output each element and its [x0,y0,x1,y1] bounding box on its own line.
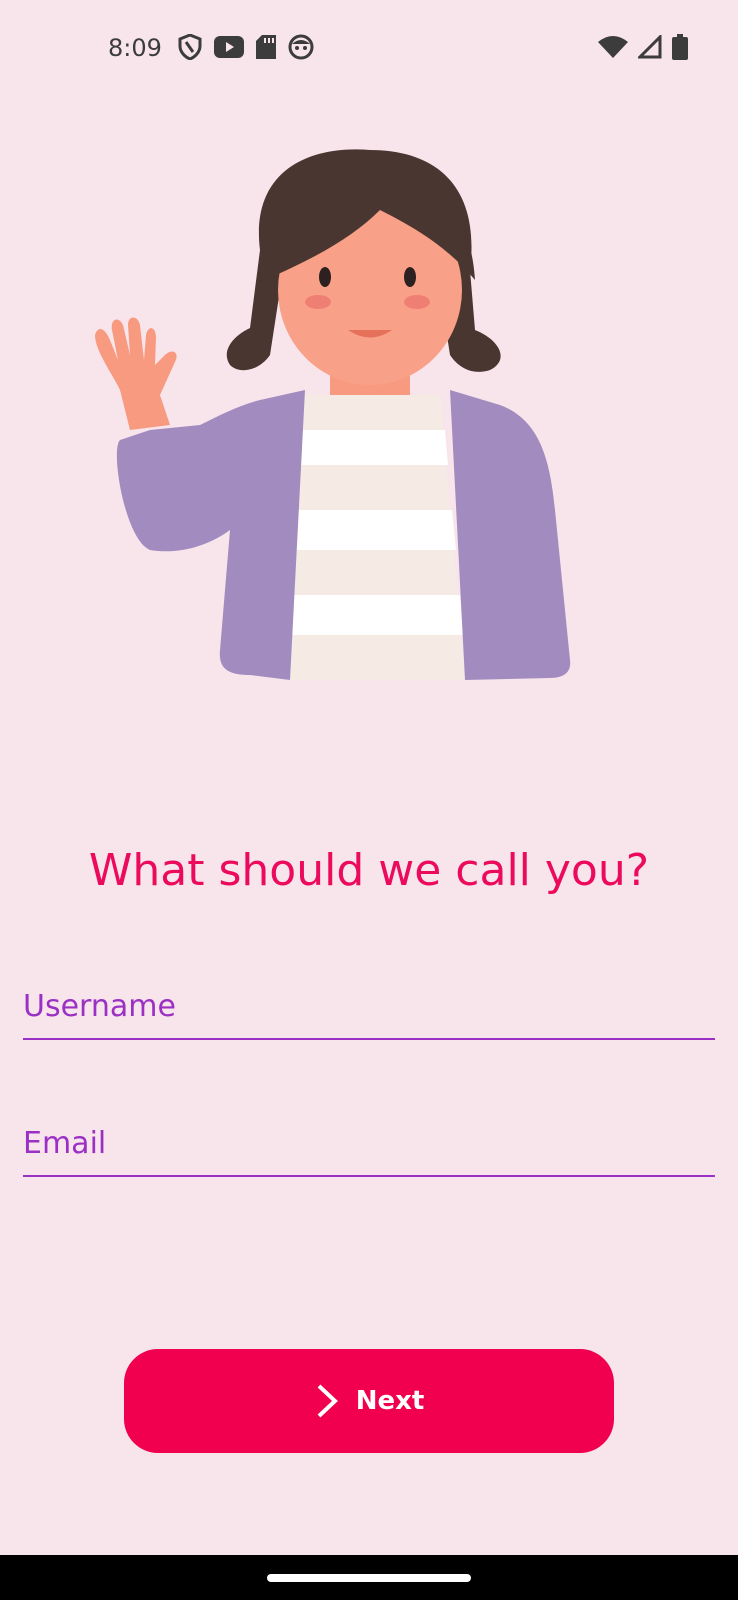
status-bar: 8:09 [0,0,738,100]
waving-hand [95,317,177,430]
right-eye [404,267,416,287]
left-cheek [305,295,331,309]
face-icon [288,34,314,60]
status-time: 8:09 [108,34,162,62]
email-input[interactable] [23,1091,715,1177]
right-cheek [404,295,430,309]
wifi-icon [598,36,628,58]
next-button-label: Next [355,1386,425,1416]
youtube-icon [214,36,244,58]
next-button[interactable]: Next [124,1349,614,1453]
sd-card-icon [256,35,276,59]
chevron-right-icon [317,1384,338,1418]
email-field[interactable] [23,1087,715,1177]
cardigan-left [116,390,305,680]
signal-icon [638,35,662,59]
username-field[interactable] [23,950,715,1040]
username-input[interactable] [23,954,715,1040]
girl-waving-illustration [95,149,571,680]
shield-icon [178,34,202,60]
home-handle[interactable] [267,1574,471,1582]
left-eye [319,267,331,287]
page-title: What should we call you? [88,845,650,896]
battery-icon [672,34,688,60]
system-icons [598,34,688,60]
navigation-bar [0,1555,738,1600]
notification-icons [178,34,314,60]
cardigan-right [450,390,571,680]
